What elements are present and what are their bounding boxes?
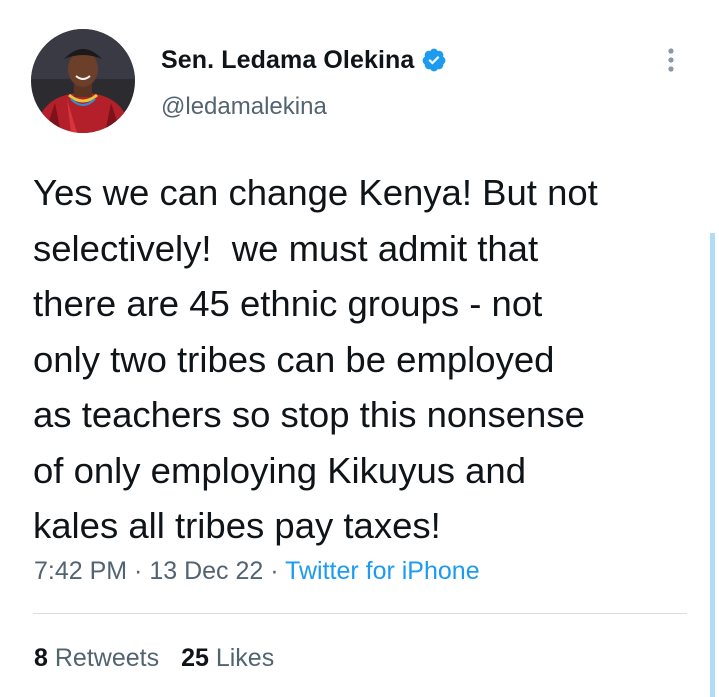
author-handle[interactable]: @ledamalekina bbox=[161, 93, 327, 121]
tweet-date[interactable]: 13 Dec 22 bbox=[149, 557, 263, 585]
avatar-image bbox=[31, 29, 135, 133]
scrollbar[interactable] bbox=[710, 233, 715, 697]
retweets-stat[interactable]: 8 Retweets bbox=[34, 644, 159, 672]
more-vertical-icon[interactable] bbox=[660, 44, 682, 76]
divider bbox=[33, 613, 687, 614]
retweets-count: 8 bbox=[34, 644, 48, 672]
author-name-row[interactable]: Sen. Ledama Olekina bbox=[161, 44, 447, 76]
tweet-source-link[interactable]: Twitter for iPhone bbox=[285, 557, 480, 585]
tweet-text: Yes we can change Kenya! But not selecti… bbox=[33, 172, 598, 546]
meta-separator: · bbox=[127, 557, 150, 585]
likes-count: 25 bbox=[181, 644, 209, 672]
likes-stat[interactable]: 25 Likes bbox=[181, 644, 274, 672]
retweets-label: Retweets bbox=[54, 644, 160, 672]
author-display-name[interactable]: Sen. Ledama Olekina bbox=[161, 46, 414, 75]
tweet-card: Sen. Ledama Olekina @ledamalekina Yes we… bbox=[0, 0, 719, 697]
tweet-stats: 8 Retweets 25 Likes bbox=[34, 642, 274, 674]
likes-label: Likes bbox=[215, 644, 275, 672]
meta-separator: · bbox=[263, 557, 286, 585]
tweet-time[interactable]: 7:42 PM bbox=[34, 557, 127, 585]
verified-badge-icon bbox=[421, 47, 447, 73]
avatar[interactable] bbox=[31, 29, 135, 133]
tweet-metadata: 7:42 PM · 13 Dec 22 · Twitter for iPhone bbox=[34, 555, 480, 587]
